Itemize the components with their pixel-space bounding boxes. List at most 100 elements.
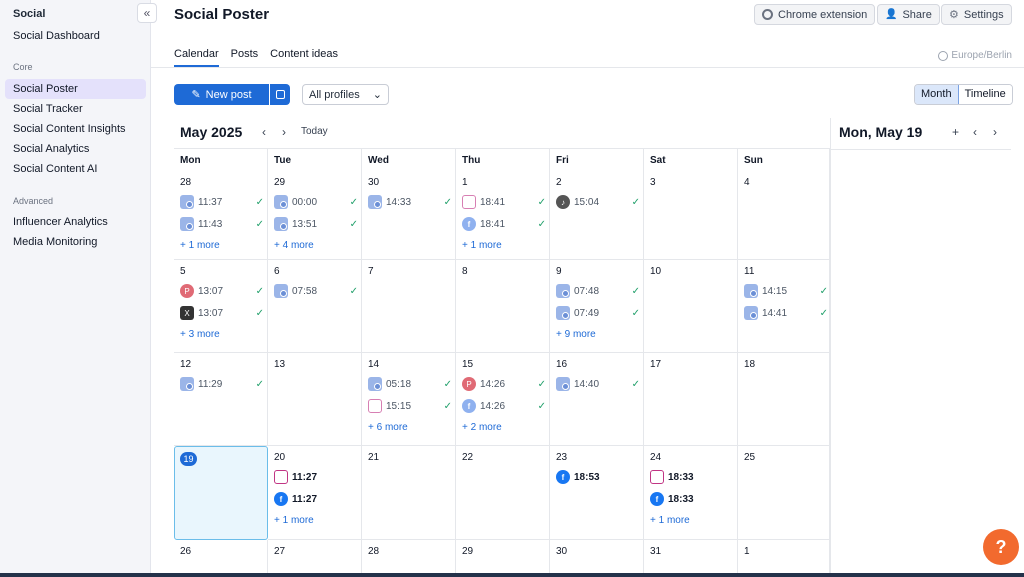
calendar-day[interactable]: 12 11:29 ✓ — [174, 353, 268, 446]
more-posts-link[interactable]: + 9 more — [556, 329, 596, 340]
calendar-day[interactable]: 18 — [738, 353, 830, 446]
scheduled-post[interactable]: f 18:41 ✓ — [462, 216, 546, 232]
scheduled-post[interactable]: 11:29 ✓ — [180, 376, 264, 392]
view-month-button[interactable]: Month — [915, 85, 959, 104]
sidebar-section-core: Core — [13, 62, 33, 72]
sidebar-item-social-analytics[interactable]: Social Analytics — [5, 139, 146, 159]
scheduled-post[interactable]: 07:49 ✓ — [556, 305, 640, 321]
calendar-day[interactable]: Mon 28 11:37 ✓ 11:43 ✓ + 1 more — [174, 149, 268, 260]
calendar-day[interactable]: 13 — [268, 353, 362, 446]
next-day-button[interactable]: › — [993, 125, 997, 139]
more-posts-link[interactable]: + 4 more — [274, 240, 314, 251]
calendar-day[interactable]: 29 — [456, 540, 550, 577]
sidebar-item-social-tracker[interactable]: Social Tracker — [5, 99, 146, 119]
scheduled-post[interactable]: f 18:53 — [556, 469, 640, 485]
scheduled-post[interactable]: ♪ 15:04 ✓ — [556, 194, 640, 210]
sidebar-section-advanced: Advanced — [13, 196, 54, 206]
calendar-day[interactable]: 11 14:15 ✓ 14:41 ✓ — [738, 260, 830, 353]
more-posts-link[interactable]: + 2 more — [462, 422, 502, 433]
calendar-day[interactable]: 6 07:58 ✓ — [268, 260, 362, 353]
scheduled-post[interactable]: 15:15 ✓ — [368, 398, 452, 414]
calendar-day[interactable]: 27 — [268, 540, 362, 577]
calendar-day[interactable]: 25 — [738, 446, 830, 540]
calendar-day[interactable]: Thu 1 18:41 ✓ f 18:41 ✓ + 1 more — [456, 149, 550, 260]
scheduled-post[interactable]: 14:15 ✓ — [744, 283, 828, 299]
calendar-day[interactable]: 8 — [456, 260, 550, 353]
scheduled-post[interactable]: 18:33 — [650, 469, 734, 485]
profiles-select[interactable]: All profiles ⌄ — [302, 84, 389, 105]
calendar-day[interactable]: Sun 4 — [738, 149, 830, 260]
calendar-day[interactable]: 10 — [644, 260, 738, 353]
add-post-icon[interactable]: + — [952, 125, 959, 139]
calendar-day[interactable]: 16 14:40 ✓ — [550, 353, 644, 446]
calendar-day[interactable]: Fri 2 ♪ 15:04 ✓ — [550, 149, 644, 260]
calendar-day[interactable]: 28 — [362, 540, 456, 577]
settings-button[interactable]: ⚙ Settings — [941, 4, 1012, 25]
collapse-sidebar-icon[interactable]: « — [137, 3, 157, 23]
tab-posts[interactable]: Posts — [231, 48, 259, 67]
prev-month-button[interactable]: ‹ — [262, 125, 266, 139]
calendar-day[interactable]: Tue 29 00:00 ✓ 13:51 ✓ + 4 more — [268, 149, 362, 260]
sidebar-item-influencer-analytics[interactable]: Influencer Analytics — [5, 212, 146, 232]
calendar-day[interactable]: 31 — [644, 540, 738, 577]
calendar-day-today[interactable]: 19 — [174, 446, 268, 540]
sidebar-item-social-dashboard[interactable]: Social Dashboard — [5, 26, 146, 46]
calendar-day[interactable]: 20 11:27 f 11:27 + 1 more — [268, 446, 362, 540]
scheduled-post[interactable]: 07:58 ✓ — [274, 283, 358, 299]
scheduled-post[interactable]: 14:40 ✓ — [556, 376, 640, 392]
calendar-day[interactable]: 17 — [644, 353, 738, 446]
scheduled-post[interactable]: f 18:33 — [650, 491, 734, 507]
scheduled-post[interactable]: 14:33 ✓ — [368, 194, 452, 210]
prev-day-button[interactable]: ‹ — [973, 125, 977, 139]
more-posts-link[interactable]: + 1 more — [462, 240, 502, 251]
scheduled-post[interactable]: 11:43 ✓ — [180, 216, 264, 232]
calendar-day[interactable]: 24 18:33 f 18:33 + 1 more — [644, 446, 738, 540]
calendar-day[interactable]: 23 f 18:53 — [550, 446, 644, 540]
calendar-day[interactable]: Sat 3 — [644, 149, 738, 260]
calendar-day[interactable]: 7 — [362, 260, 456, 353]
more-posts-link[interactable]: + 3 more — [180, 329, 220, 340]
sidebar-item-social-content-ai[interactable]: Social Content AI — [5, 159, 146, 179]
scheduled-post[interactable]: 00:00 ✓ — [274, 194, 358, 210]
scheduled-post[interactable]: 18:41 ✓ — [462, 194, 546, 210]
calendar-day[interactable]: 1 — [738, 540, 830, 577]
tab-content-ideas[interactable]: Content ideas — [270, 48, 338, 67]
new-post-button[interactable]: ✎ New post — [174, 84, 269, 105]
more-posts-link[interactable]: + 1 more — [650, 515, 690, 526]
calendar-day[interactable]: 22 — [456, 446, 550, 540]
more-posts-link[interactable]: + 1 more — [274, 515, 314, 526]
scheduled-post[interactable]: P 14:26 ✓ — [462, 376, 546, 392]
scheduled-post[interactable]: 13:51 ✓ — [274, 216, 358, 232]
sidebar-item-media-monitoring[interactable]: Media Monitoring — [5, 232, 146, 252]
scheduled-post[interactable]: X 13:07 ✓ — [180, 305, 264, 321]
next-month-button[interactable]: › — [282, 125, 286, 139]
scheduled-post[interactable]: 05:18 ✓ — [368, 376, 452, 392]
more-posts-link[interactable]: + 6 more — [368, 422, 408, 433]
scheduled-post[interactable]: P 13:07 ✓ — [180, 283, 264, 299]
view-timeline-button[interactable]: Timeline — [958, 85, 1012, 104]
sidebar-item-social-poster[interactable]: Social Poster — [5, 79, 146, 99]
scheduled-post[interactable]: f 11:27 — [274, 491, 358, 507]
calendar-day[interactable]: 26 — [174, 540, 268, 577]
calendar-day[interactable]: 30 — [550, 540, 644, 577]
more-posts-link[interactable]: + 1 more — [180, 240, 220, 251]
duplicate-post-button[interactable] — [270, 84, 290, 105]
calendar-day[interactable]: 5 P 13:07 ✓ X 13:07 ✓ + 3 more — [174, 260, 268, 353]
calendar-day[interactable]: 21 — [362, 446, 456, 540]
today-button[interactable]: Today — [301, 126, 328, 137]
scheduled-post[interactable]: 07:48 ✓ — [556, 283, 640, 299]
sidebar-item-social-content-insights[interactable]: Social Content Insights — [5, 119, 146, 139]
tab-calendar[interactable]: Calendar — [174, 48, 219, 67]
share-button[interactable]: 👤 Share — [877, 4, 940, 25]
help-button[interactable]: ? — [983, 529, 1019, 565]
calendar-day[interactable]: 14 05:18 ✓ 15:15 ✓ + 6 more — [362, 353, 456, 446]
calendar-day[interactable]: 9 07:48 ✓ 07:49 ✓ + 9 more — [550, 260, 644, 353]
chrome-extension-button[interactable]: Chrome extension — [754, 4, 876, 25]
scheduled-post[interactable]: 11:37 ✓ — [180, 194, 264, 210]
scheduled-post[interactable]: 14:41 ✓ — [744, 305, 828, 321]
timezone-indicator[interactable]: Europe/Berlin — [938, 50, 1012, 61]
calendar-day[interactable]: Wed 30 14:33 ✓ — [362, 149, 456, 260]
scheduled-post[interactable]: 11:27 — [274, 469, 358, 485]
calendar-day[interactable]: 15 P 14:26 ✓ f 14:26 ✓ + 2 more — [456, 353, 550, 446]
scheduled-post[interactable]: f 14:26 ✓ — [462, 398, 546, 414]
